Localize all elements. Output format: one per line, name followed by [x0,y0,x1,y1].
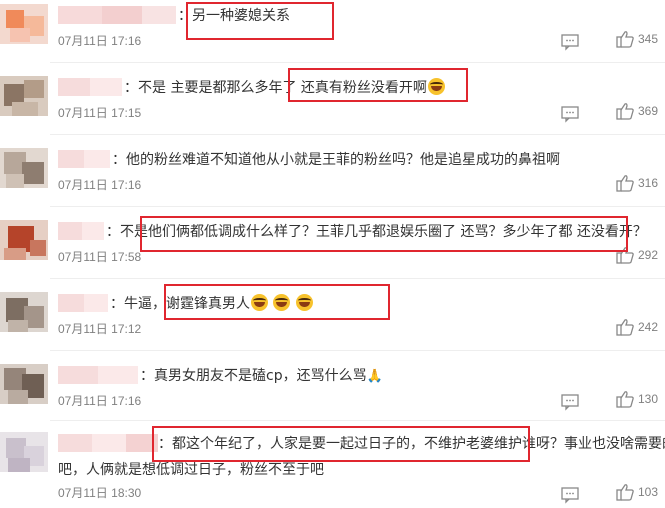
highlight-box [152,426,530,462]
highlight-box [164,284,390,320]
username[interactable] [58,150,110,168]
avatar[interactable] [0,292,48,332]
divider [50,62,665,63]
like-count: 345 [638,32,659,46]
comment-reply-icon[interactable] [560,484,580,504]
timestamp: 07月11日 17:16 [58,34,142,48]
like-count: 316 [638,176,659,190]
like-count: 103 [638,485,659,499]
divider [50,206,665,207]
divider [50,278,665,279]
thumbs-up-icon[interactable] [615,173,635,193]
praying-hands-emoji: 🙏 [366,369,383,384]
divider [50,134,665,135]
timestamp: 07月11日 17:58 [58,250,142,264]
comment-row: ：他的粉丝难道不知道他从小就是王菲的粉丝吗？他是追星成功的鼻祖啊 07月11日 … [0,144,665,214]
thumbs-up-icon[interactable] [615,101,635,121]
avatar[interactable] [0,220,48,260]
timestamp: 07月11日 17:15 [58,106,142,120]
like-count: 130 [638,392,659,406]
avatar[interactable] [0,76,48,116]
thumbs-up-icon[interactable] [615,317,635,337]
divider [50,420,665,421]
thumbs-up-icon[interactable] [615,482,635,502]
like-count: 292 [638,248,659,262]
like-count: 369 [638,104,659,118]
username[interactable] [58,78,122,96]
timestamp: 07月11日 17:16 [58,178,142,192]
avatar[interactable] [0,364,48,404]
timestamp: 07月11日 17:16 [58,394,142,408]
comment-reply-icon[interactable] [560,103,580,123]
comment-reply-icon[interactable] [560,31,580,51]
thumbs-up-icon[interactable] [615,389,635,409]
username[interactable] [58,6,176,24]
avatar[interactable] [0,148,48,188]
comment-text: ：他的粉丝难道不知道他从小就是王菲的粉丝吗？他是追星成功的鼻祖啊 [112,152,560,168]
timestamp: 07月11日 18:30 [58,486,142,500]
username[interactable] [58,222,104,240]
username[interactable] [58,366,138,384]
timestamp: 07月11日 17:12 [58,322,142,336]
highlight-box [288,68,468,102]
highlight-box [186,2,334,40]
comment-reply-icon[interactable] [560,391,580,411]
username[interactable] [58,294,108,312]
avatar[interactable] [0,4,48,44]
divider [50,350,665,351]
avatar[interactable] [0,432,48,472]
highlight-box [140,216,628,252]
thumbs-up-icon[interactable] [615,29,635,49]
comment-text: ：真男女朋友不是磕cp，还骂什么骂🙏 [140,368,383,384]
like-count: 242 [638,320,659,334]
username[interactable] [58,434,158,452]
